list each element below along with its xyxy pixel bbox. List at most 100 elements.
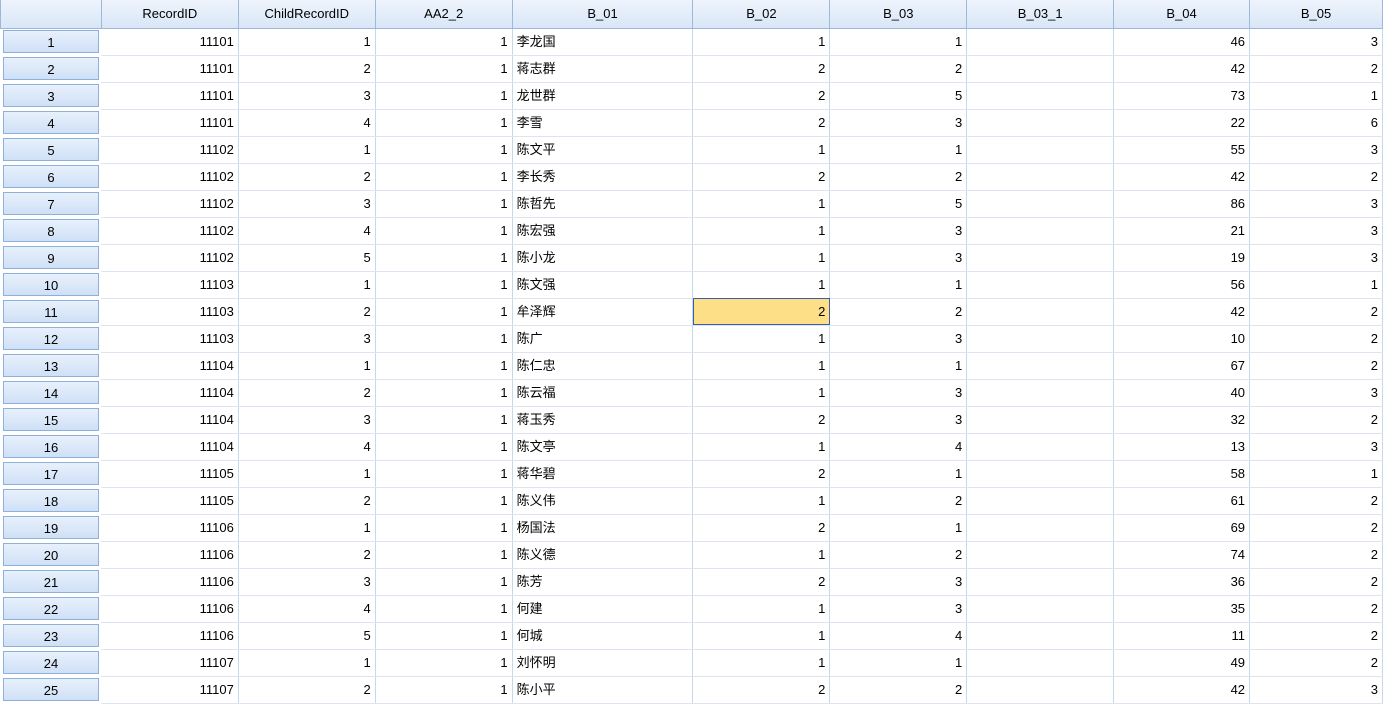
cell-aa2-2[interactable]: 1 (375, 217, 513, 245)
row-header[interactable]: 13 (0, 352, 102, 380)
cell-b-03-1[interactable] (966, 298, 1115, 326)
cell-b-05[interactable]: 2 (1249, 514, 1383, 542)
cell-b-03[interactable]: 3 (829, 406, 968, 434)
cell-b-03-1[interactable] (966, 406, 1115, 434)
cell-b-05[interactable]: 3 (1249, 190, 1383, 218)
cell-b-05[interactable]: 6 (1249, 109, 1383, 137)
cell-b-04[interactable]: 13 (1113, 433, 1251, 461)
cell-recordid[interactable]: 11103 (101, 271, 239, 299)
cell-b-01[interactable]: 蒋玉秀 (512, 406, 694, 434)
cell-b-03[interactable]: 2 (829, 541, 968, 569)
cell-aa2-2[interactable]: 1 (375, 271, 513, 299)
cell-b-02[interactable]: 1 (692, 352, 831, 380)
cell-childrecordid[interactable]: 2 (238, 379, 376, 407)
column-header-b-01[interactable]: B_01 (511, 0, 694, 29)
cell-b-03-1[interactable] (966, 460, 1115, 488)
cell-b-01[interactable]: 李龙国 (512, 28, 694, 56)
cell-b-01[interactable]: 陈文亭 (512, 433, 694, 461)
cell-b-05[interactable]: 1 (1249, 82, 1383, 110)
row-header[interactable]: 1 (0, 28, 102, 56)
cell-b-03[interactable]: 5 (829, 82, 968, 110)
cell-recordid[interactable]: 11105 (101, 460, 239, 488)
cell-b-05[interactable]: 2 (1249, 595, 1383, 623)
cell-recordid[interactable]: 11103 (101, 325, 239, 353)
cell-b-02[interactable]: 2 (692, 163, 831, 191)
cell-recordid[interactable]: 11103 (101, 298, 239, 326)
row-header[interactable]: 19 (0, 514, 102, 542)
cell-recordid[interactable]: 11102 (101, 163, 239, 191)
cell-recordid[interactable]: 11107 (101, 676, 239, 704)
cell-b-04[interactable]: 22 (1113, 109, 1251, 137)
cell-b-04[interactable]: 36 (1113, 568, 1251, 596)
cell-b-05[interactable]: 2 (1249, 325, 1383, 353)
row-header[interactable]: 17 (0, 460, 102, 488)
row-header[interactable]: 24 (0, 649, 102, 677)
cell-childrecordid[interactable]: 1 (238, 649, 376, 677)
cell-b-03-1[interactable] (966, 487, 1115, 515)
cell-aa2-2[interactable]: 1 (375, 649, 513, 677)
cell-b-05[interactable]: 2 (1249, 622, 1383, 650)
cell-b-03-1[interactable] (966, 136, 1115, 164)
cell-childrecordid[interactable]: 4 (238, 217, 376, 245)
cell-aa2-2[interactable]: 1 (375, 487, 513, 515)
cell-b-05[interactable]: 3 (1249, 433, 1383, 461)
cell-b-02[interactable]: 1 (692, 217, 831, 245)
cell-b-03-1[interactable] (966, 271, 1115, 299)
cell-b-03[interactable]: 2 (829, 55, 968, 83)
cell-aa2-2[interactable]: 1 (375, 568, 513, 596)
cell-b-04[interactable]: 74 (1113, 541, 1251, 569)
cell-b-02[interactable]: 2 (692, 298, 831, 326)
row-header[interactable]: 5 (0, 136, 102, 164)
cell-aa2-2[interactable]: 1 (375, 298, 513, 326)
cell-b-02[interactable]: 2 (692, 676, 831, 704)
cell-b-03-1[interactable] (966, 28, 1115, 56)
cell-b-04[interactable]: 86 (1113, 190, 1251, 218)
row-header[interactable]: 10 (0, 271, 102, 299)
cell-recordid[interactable]: 11101 (101, 55, 239, 83)
cell-b-04[interactable]: 42 (1113, 55, 1251, 83)
cell-b-04[interactable]: 49 (1113, 649, 1251, 677)
cell-childrecordid[interactable]: 1 (238, 28, 376, 56)
cell-recordid[interactable]: 11101 (101, 109, 239, 137)
column-header-aa2-2[interactable]: AA2_2 (374, 0, 513, 29)
cell-childrecordid[interactable]: 3 (238, 406, 376, 434)
cell-childrecordid[interactable]: 4 (238, 595, 376, 623)
cell-b-01[interactable]: 陈宏强 (512, 217, 694, 245)
cell-b-01[interactable]: 陈广 (512, 325, 694, 353)
cell-b-03[interactable]: 2 (829, 163, 968, 191)
cell-b-04[interactable]: 73 (1113, 82, 1251, 110)
row-header[interactable]: 15 (0, 406, 102, 434)
cell-childrecordid[interactable]: 2 (238, 163, 376, 191)
cell-b-01[interactable]: 何城 (512, 622, 694, 650)
cell-b-03[interactable]: 2 (829, 298, 968, 326)
cell-b-02[interactable]: 1 (692, 136, 831, 164)
row-header[interactable]: 8 (0, 217, 102, 245)
cell-childrecordid[interactable]: 2 (238, 55, 376, 83)
cell-b-01[interactable]: 陈芳 (512, 568, 694, 596)
row-header[interactable]: 18 (0, 487, 102, 515)
column-header-recordid[interactable]: RecordID (100, 0, 239, 29)
cell-b-05[interactable]: 3 (1249, 136, 1383, 164)
cell-recordid[interactable]: 11106 (101, 595, 239, 623)
cell-b-05[interactable]: 2 (1249, 541, 1383, 569)
cell-b-03-1[interactable] (966, 190, 1115, 218)
column-header-b-05[interactable]: B_05 (1249, 0, 1383, 29)
cell-b-03[interactable]: 1 (829, 136, 968, 164)
row-header[interactable]: 12 (0, 325, 102, 353)
cell-b-03-1[interactable] (966, 244, 1115, 272)
cell-b-03[interactable]: 4 (829, 433, 968, 461)
cell-aa2-2[interactable]: 1 (375, 541, 513, 569)
row-header[interactable]: 20 (0, 541, 102, 569)
cell-b-03-1[interactable] (966, 514, 1115, 542)
cell-b-01[interactable]: 龙世群 (512, 82, 694, 110)
cell-b-01[interactable]: 何建 (512, 595, 694, 623)
cell-b-04[interactable]: 11 (1113, 622, 1251, 650)
cell-recordid[interactable]: 11101 (101, 28, 239, 56)
cell-aa2-2[interactable]: 1 (375, 352, 513, 380)
cell-b-03-1[interactable] (966, 676, 1115, 704)
select-all-corner[interactable] (0, 0, 102, 29)
cell-childrecordid[interactable]: 2 (238, 298, 376, 326)
cell-b-03-1[interactable] (966, 217, 1115, 245)
cell-b-05[interactable]: 2 (1249, 649, 1383, 677)
cell-recordid[interactable]: 11102 (101, 190, 239, 218)
